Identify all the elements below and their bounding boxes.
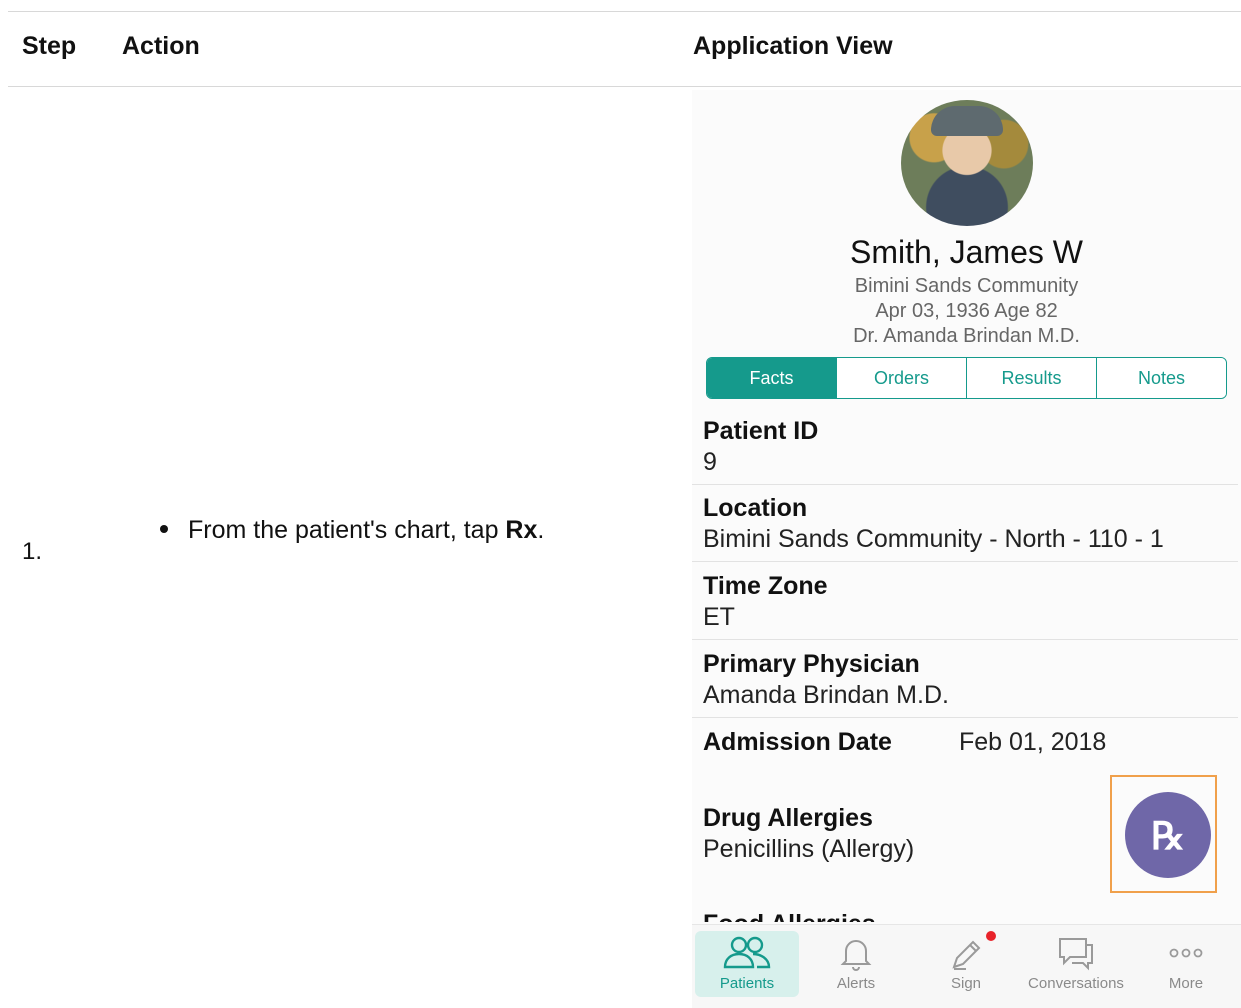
field-label: Primary Physician <box>703 650 920 678</box>
tabbar-alerts[interactable]: Alerts <box>804 931 908 997</box>
sign-badge <box>986 931 996 941</box>
field-label: Patient ID <box>703 417 819 445</box>
header-action: Action <box>122 32 200 60</box>
tab-notes[interactable]: Notes <box>1096 358 1226 398</box>
patient-name: Smith, James W <box>850 234 1083 270</box>
field-label: Admission Date <box>703 728 892 756</box>
field-location: Location Bimini Sands Community - North … <box>692 485 1238 562</box>
avatar-cap-shape <box>931 106 1003 136</box>
bullet-icon <box>160 525 168 534</box>
field-admission-date: Admission Date Feb 01, 2018 <box>692 718 1238 768</box>
pen-icon <box>914 931 1018 975</box>
action-text: From the patient's chart, tap Rx. <box>160 516 544 545</box>
step-number: 1. <box>22 538 43 565</box>
tabbar-label: More <box>1168 975 1204 992</box>
patients-icon <box>695 931 799 975</box>
application-view: Smith, James W Bimini Sands Community Ap… <box>692 90 1241 1008</box>
patient-community: Bimini Sands Community <box>854 275 1079 297</box>
tab-facts[interactable]: Facts <box>707 358 836 398</box>
field-value: Feb 01, 2018 <box>959 728 1107 756</box>
rx-button[interactable]: ℞ <box>1125 792 1211 878</box>
header-rule <box>8 86 1241 87</box>
field-label: Time Zone <box>703 572 828 600</box>
field-patient-id: Patient ID 9 <box>692 410 1238 485</box>
patient-physician: Dr. Amanda Brindan M.D. <box>853 325 1080 347</box>
action-suffix: . <box>537 516 545 544</box>
tabbar-patients[interactable]: Patients <box>695 931 799 997</box>
field-time-zone: Time Zone ET <box>692 562 1238 640</box>
chat-icon <box>1024 931 1128 975</box>
action-bold: Rx <box>505 516 538 544</box>
tabbar-label: Conversations <box>1028 975 1124 992</box>
field-value: Amanda Brindan M.D. <box>703 681 949 709</box>
field-value: Penicillins (Allergy) <box>703 835 915 863</box>
tabbar-conversations[interactable]: Conversations <box>1024 931 1128 997</box>
action-prefix: From the patient's chart, tap <box>188 516 506 544</box>
field-value: 9 <box>703 448 717 476</box>
tabbar-more[interactable]: More <box>1134 931 1238 997</box>
more-icon <box>1134 931 1238 975</box>
header-step: Step <box>22 32 77 60</box>
patient-avatar[interactable] <box>901 100 1033 226</box>
tabbar-label: Alerts <box>836 975 876 992</box>
bottom-tab-bar: Patients Alerts Sign Conversations More <box>692 924 1241 1008</box>
chart-tabs: Facts Orders Results Notes <box>706 357 1227 399</box>
field-food-allergies-label: Food Allergies <box>703 910 876 922</box>
patient-dob-age: Apr 03, 1936 Age 82 <box>875 300 1058 322</box>
tabbar-label: Sign <box>950 975 982 992</box>
field-value: ET <box>703 603 735 631</box>
tabbar-sign[interactable]: Sign <box>914 931 1018 997</box>
field-label: Drug Allergies <box>703 804 873 832</box>
tab-orders[interactable]: Orders <box>836 358 966 398</box>
top-rule <box>8 11 1241 12</box>
field-primary-physician: Primary Physician Amanda Brindan M.D. <box>692 640 1238 718</box>
tab-results[interactable]: Results <box>966 358 1096 398</box>
header-application-view: Application View <box>693 32 893 60</box>
bell-icon <box>804 931 908 975</box>
field-label: Location <box>703 494 808 522</box>
field-value: Bimini Sands Community - North - 110 - 1 <box>703 525 1164 553</box>
field-drug-allergies: Drug Allergies Penicillins (Allergy) <box>692 790 1092 870</box>
rx-highlight: ℞ <box>1110 775 1217 893</box>
tabbar-label: Patients <box>719 975 775 992</box>
